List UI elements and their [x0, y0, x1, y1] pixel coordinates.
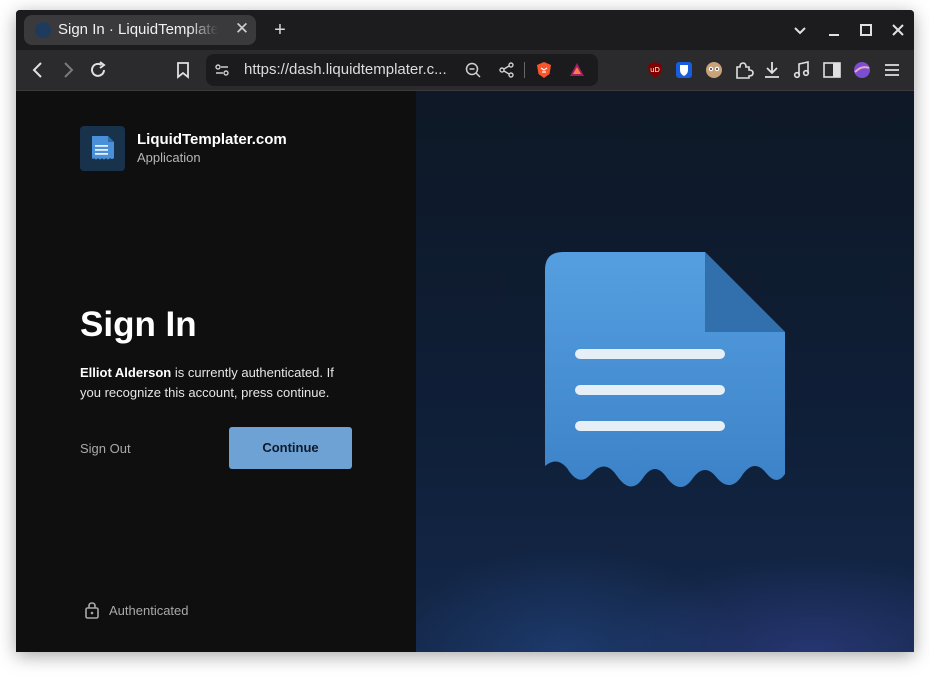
lock-icon [85, 602, 99, 619]
bitwarden-icon[interactable] [673, 59, 695, 81]
sign-out-link[interactable]: Sign Out [80, 441, 131, 456]
address-bar[interactable]: https://dash.liquidtemplater.c... [206, 54, 598, 86]
menu-icon[interactable] [881, 59, 903, 81]
svg-text:uD: uD [650, 66, 660, 74]
user-name: Elliot Alderson [80, 365, 172, 380]
profile-icon[interactable] [851, 59, 873, 81]
maximize-icon[interactable] [856, 20, 876, 40]
tab-strip: Sign In · LiquidTemplater.com ✕ + [16, 10, 914, 50]
extension-avatar-icon[interactable] [703, 59, 725, 81]
page-title: Sign In [80, 305, 197, 344]
sidebar-icon[interactable] [821, 59, 843, 81]
close-window-icon[interactable] [888, 20, 908, 40]
minimize-icon[interactable] [824, 20, 844, 40]
app-logo [80, 126, 125, 171]
toolbar: https://dash.liquidtemplater.c... uD [16, 50, 914, 91]
media-icon[interactable] [791, 59, 813, 81]
browser-window: Sign In · LiquidTemplater.com ✕ + [16, 10, 914, 652]
tab-title: Sign In · LiquidTemplater.com [58, 21, 218, 38]
document-icon [92, 136, 114, 160]
favicon-icon [35, 22, 51, 38]
new-tab-button[interactable]: + [268, 18, 292, 42]
page-content: LiquidTemplater.com Application Sign In … [16, 91, 914, 652]
url-divider [524, 62, 525, 78]
ublock-icon[interactable]: uD [644, 59, 666, 81]
auth-status-label: Authenticated [109, 603, 189, 618]
auth-message: Elliot Alderson is currently authenticat… [80, 363, 350, 403]
brand-subtitle: Application [137, 150, 201, 165]
hero-panel [416, 91, 914, 652]
brave-shields-icon[interactable] [534, 60, 554, 80]
tab-list-chevron-icon[interactable] [790, 20, 810, 40]
bookmark-icon[interactable] [172, 59, 194, 81]
sign-in-panel: LiquidTemplater.com Application Sign In … [16, 91, 416, 652]
brand-name: LiquidTemplater.com [137, 131, 287, 148]
extensions-icon[interactable] [732, 59, 754, 81]
back-icon[interactable] [27, 59, 49, 81]
document-illustration-icon [545, 252, 785, 487]
continue-button[interactable]: Continue [229, 427, 352, 469]
close-tab-icon[interactable]: ✕ [232, 19, 252, 39]
brave-rewards-icon[interactable] [568, 61, 586, 79]
reload-icon[interactable] [87, 59, 109, 81]
zoom-out-icon[interactable] [464, 61, 482, 79]
download-icon[interactable] [761, 59, 783, 81]
forward-icon[interactable] [57, 59, 79, 81]
tab-sign-in[interactable]: Sign In · LiquidTemplater.com ✕ [24, 15, 256, 45]
share-icon[interactable] [498, 61, 516, 79]
site-settings-icon[interactable] [214, 62, 230, 78]
url-text[interactable]: https://dash.liquidtemplater.c... [244, 61, 456, 78]
